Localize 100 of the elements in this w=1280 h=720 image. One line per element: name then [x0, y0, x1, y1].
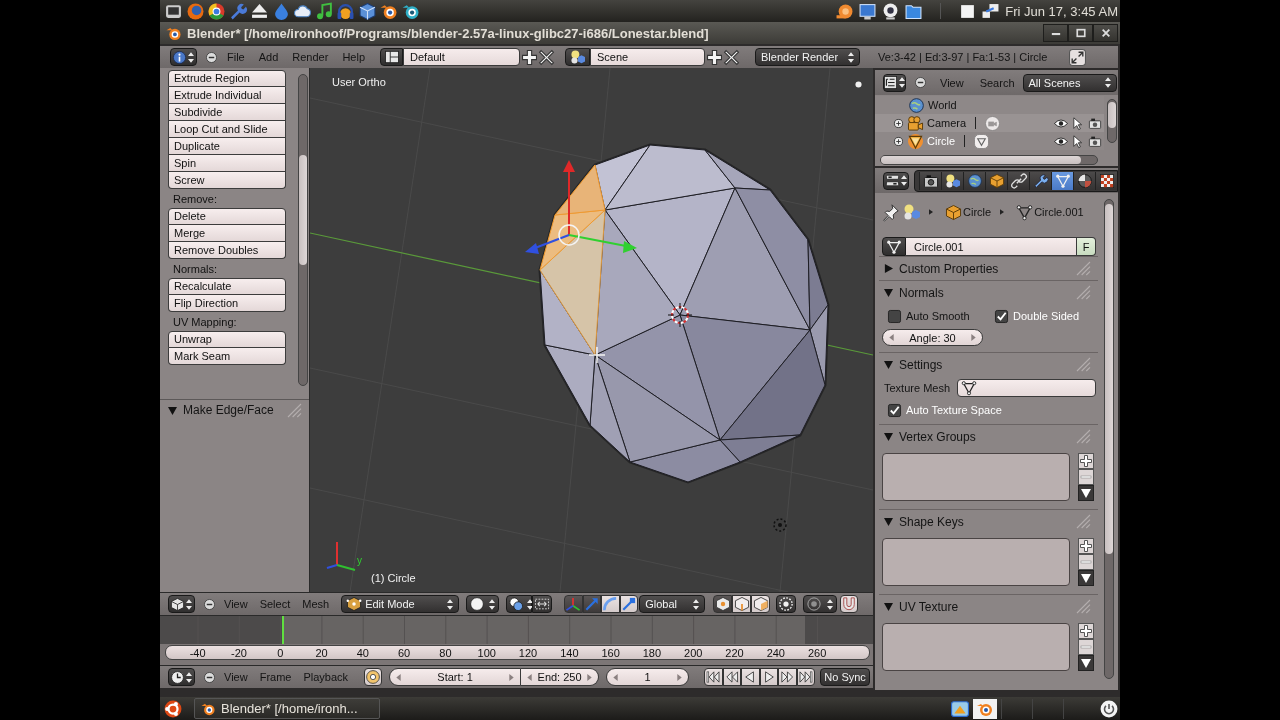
menu-item[interactable]: Render [285, 48, 336, 66]
right-arrow-icon[interactable] [509, 673, 515, 681]
checkbox-label[interactable]: Auto Texture Space [906, 404, 1002, 416]
timeline[interactable]: -40 -20 0 20 40 60 80 100 120 140 160 180 200 220 240 260 [160, 615, 873, 665]
tool-button[interactable]: Extrude Region [168, 70, 286, 87]
scroll-thumb[interactable] [881, 156, 1081, 164]
app-logo-icon[interactable] [380, 2, 397, 20]
snap-button[interactable] [840, 595, 859, 613]
pivot-dropdown[interactable] [506, 595, 533, 613]
select-mode-button[interactable] [732, 595, 752, 613]
shell-icon[interactable] [836, 2, 854, 20]
checkbox[interactable] [995, 309, 1008, 323]
close-button[interactable] [1093, 24, 1118, 42]
minus-icon[interactable] [1077, 469, 1095, 485]
checkbox[interactable] [888, 403, 901, 417]
editor-type-button[interactable] [883, 171, 909, 190]
panel-title[interactable]: Make Edge/Face [183, 403, 274, 417]
next-keyframe-button[interactable] [778, 668, 797, 686]
panel-title[interactable]: Normals [899, 285, 944, 300]
scroll-thumb[interactable] [299, 155, 307, 265]
end-frame-field[interactable]: End: 250 [521, 668, 600, 686]
properties-tab[interactable] [1073, 171, 1095, 190]
tool-button[interactable]: Subdivide [168, 104, 286, 121]
scroll-thumb[interactable] [1108, 102, 1116, 128]
plus-icon[interactable] [1077, 538, 1095, 554]
plus-icon[interactable] [522, 49, 537, 65]
skip-to-start-button[interactable] [704, 668, 723, 686]
mesh-name-field[interactable]: Circle.001 [906, 237, 1077, 256]
tool-button[interactable]: Screw [168, 172, 286, 189]
transform-gizmo[interactable] [525, 160, 637, 254]
collapse-icon[interactable] [915, 77, 926, 88]
layout-name-field[interactable]: Default [403, 48, 520, 66]
properties-tab[interactable] [1095, 171, 1117, 190]
render-engine-dropdown[interactable]: Blender Render [755, 48, 860, 66]
tool-button[interactable]: Flip Direction [168, 295, 286, 312]
expand-icon[interactable] [894, 118, 903, 128]
taskbar-window-button[interactable]: Blender* [/home/ironh... [194, 698, 380, 719]
pivot-option-button[interactable] [532, 595, 553, 613]
select-mode-button[interactable] [751, 595, 771, 613]
left-arrow-icon[interactable] [527, 673, 533, 681]
scene-name-field[interactable]: Scene [590, 48, 705, 66]
webcam-icon[interactable] [882, 2, 900, 20]
left-arrow-icon[interactable] [613, 673, 619, 681]
menu-item[interactable]: Playback [297, 668, 355, 686]
drag-handle-icon[interactable] [1077, 600, 1090, 613]
drop-icon[interactable] [272, 2, 290, 20]
minimize-button[interactable] [1043, 24, 1068, 42]
checkbox[interactable] [888, 309, 901, 323]
menu-item[interactable]: File [220, 48, 252, 66]
disclosure-triangle-icon[interactable] [884, 602, 893, 611]
camera-icon[interactable] [1088, 117, 1101, 129]
wrench-icon[interactable] [229, 2, 247, 20]
app-logo-icon[interactable] [973, 698, 997, 719]
close-icon[interactable] [539, 49, 554, 65]
power-icon[interactable] [1100, 699, 1118, 718]
right-arrow-icon[interactable] [587, 673, 593, 681]
fullscreen-icon[interactable] [1069, 48, 1086, 66]
drag-handle-icon[interactable] [288, 403, 301, 417]
monitor-icon[interactable] [165, 2, 182, 20]
properties-tab[interactable] [1007, 171, 1029, 190]
mesh-browse-button[interactable] [882, 237, 906, 256]
menu-item[interactable]: Add [251, 48, 286, 66]
cloud-icon[interactable] [294, 2, 311, 20]
tool-button[interactable]: Unwrap [168, 331, 286, 348]
checkbox-label[interactable]: Auto Smooth [906, 310, 970, 322]
tool-button[interactable]: Delete [168, 208, 286, 225]
tool-button[interactable]: Extrude Individual [168, 87, 286, 104]
minus-icon[interactable] [1077, 639, 1095, 655]
drag-handle-icon[interactable] [1077, 262, 1090, 275]
minus-icon[interactable] [1077, 554, 1095, 570]
logo-icon[interactable] [164, 699, 182, 718]
editor-type-button[interactable] [883, 73, 906, 92]
disclosure-triangle-icon[interactable] [884, 360, 893, 369]
camera-data-icon[interactable] [985, 115, 1001, 131]
scrollbar[interactable] [1104, 199, 1114, 679]
menu-item[interactable]: Mesh [296, 595, 336, 613]
scrollbar[interactable] [298, 74, 308, 386]
auto-keyframe-button[interactable] [364, 668, 383, 686]
mesh-data-icon[interactable] [974, 133, 990, 149]
disc-icon[interactable] [186, 2, 204, 20]
disclosure-triangle-icon[interactable] [168, 405, 177, 415]
tool-button[interactable]: Duplicate [168, 138, 286, 155]
network-icon[interactable] [982, 2, 1000, 20]
3d-viewport[interactable]: User Ortho y (1) Circle [310, 68, 873, 592]
editor-type-button[interactable] [168, 595, 195, 613]
headphones-icon[interactable] [337, 2, 354, 20]
right-arrow-icon[interactable] [677, 673, 683, 681]
play-reverse-button[interactable] [741, 668, 760, 686]
mode-dropdown[interactable]: Edit Mode [341, 595, 460, 613]
menu-item[interactable]: View [218, 595, 254, 613]
pointer-icon[interactable] [1073, 134, 1082, 148]
eye-icon[interactable] [1053, 118, 1068, 128]
disclosure-triangle-icon[interactable] [884, 288, 893, 297]
tool-button[interactable]: Recalculate [168, 278, 286, 295]
panel-title[interactable]: Shape Keys [899, 514, 964, 529]
manipulator-button[interactable] [601, 595, 620, 613]
picture-icon[interactable] [951, 699, 969, 718]
plus-icon[interactable] [1077, 453, 1095, 469]
display-mode-dropdown[interactable]: All Scenes [1022, 73, 1117, 92]
menu-item[interactable]: View [218, 668, 254, 686]
